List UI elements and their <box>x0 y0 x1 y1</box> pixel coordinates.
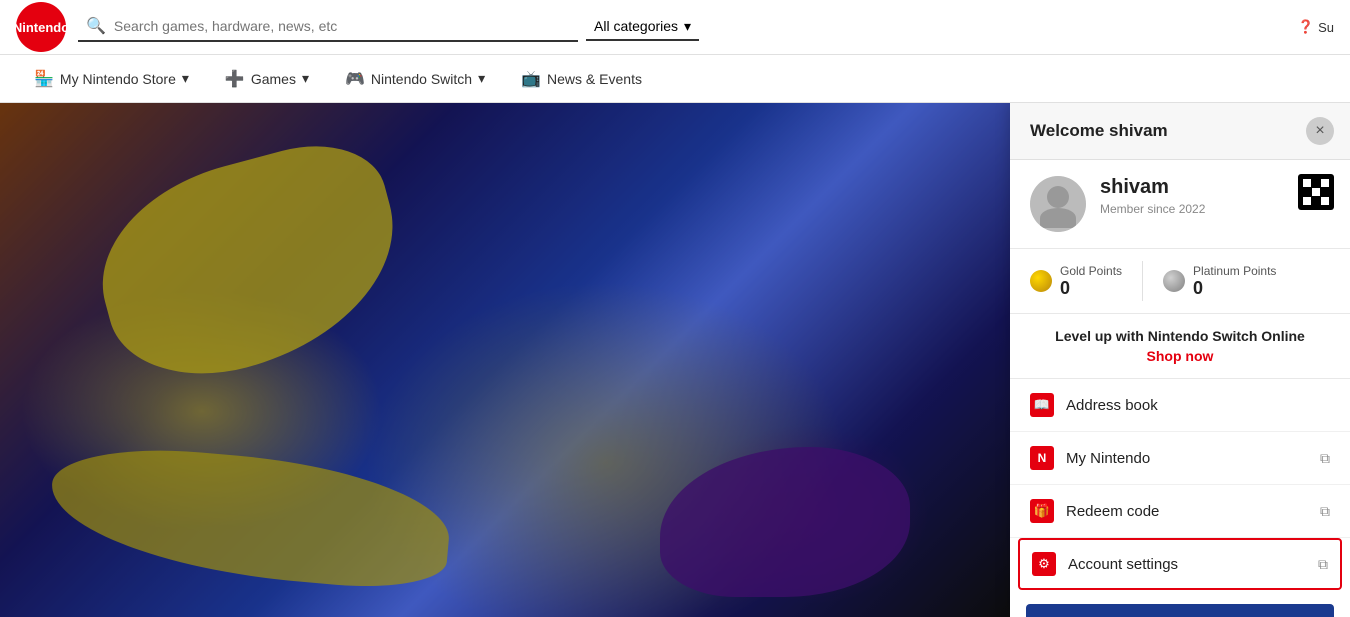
profile-since: Member since 2022 <box>1100 202 1330 216</box>
nav-label-news: News & Events <box>547 71 642 87</box>
profile-info: shivam Member since 2022 <box>1100 176 1330 216</box>
my-nintendo-icon: N <box>1030 446 1054 470</box>
chevron-store-icon: ▾ <box>182 70 189 87</box>
qr-code-button[interactable] <box>1298 174 1334 210</box>
gold-points-item: Gold Points 0 <box>1030 264 1122 299</box>
header: Nintendo 🔍 All categories ▾ ❓ Su <box>0 0 1350 55</box>
store-icon: 🏪 <box>34 69 54 89</box>
address-book-icon: 📖 <box>1030 393 1054 417</box>
platinum-points-item: Platinum Points 0 <box>1163 264 1276 299</box>
account-settings-label: Account settings <box>1068 556 1306 573</box>
nav-bar: 🏪 My Nintendo Store ▾ ➕ Games ▾ 🎮 Ninten… <box>0 55 1350 103</box>
account-settings-icon: ⚙ <box>1032 552 1056 576</box>
nav-item-games[interactable]: ➕ Games ▾ <box>211 63 323 95</box>
avatar <box>1030 176 1086 232</box>
account-settings-item[interactable]: ⚙ Account settings ⧉ <box>1018 538 1342 590</box>
platinum-points-info: Platinum Points 0 <box>1193 264 1276 299</box>
external-link-icon: ⧉ <box>1320 450 1330 467</box>
support-button[interactable]: ❓ Su <box>1298 19 1334 35</box>
nav-label-switch: Nintendo Switch <box>371 71 472 87</box>
question-icon: ❓ <box>1298 19 1314 35</box>
gold-points-icon <box>1030 270 1052 292</box>
address-book-label: Address book <box>1066 397 1330 414</box>
points-section: Gold Points 0 Platinum Points 0 <box>1010 249 1350 314</box>
my-nintendo-label: My Nintendo <box>1066 450 1308 467</box>
panel-header: Welcome shivam × <box>1010 103 1350 160</box>
logo-text: Nintendo <box>13 20 69 35</box>
external-link-icon-3: ⧉ <box>1318 556 1328 573</box>
nav-item-my-nintendo-store[interactable]: 🏪 My Nintendo Store ▾ <box>20 63 203 95</box>
nso-promo: Level up with Nintendo Switch Online Sho… <box>1010 314 1350 379</box>
shop-now-link[interactable]: Shop now <box>1030 348 1330 364</box>
search-bar-container: 🔍 <box>78 12 578 42</box>
gold-points-label: Gold Points <box>1060 264 1122 278</box>
user-dropdown-panel: Welcome shivam × shivam Member since 202… <box>1010 103 1350 617</box>
support-label: Su <box>1318 20 1334 35</box>
search-icon: 🔍 <box>86 16 106 36</box>
chevron-down-icon: ▾ <box>684 18 691 35</box>
redeem-code-icon: 🎁 <box>1030 499 1054 523</box>
gold-points-info: Gold Points 0 <box>1060 264 1122 299</box>
qr-icon <box>1303 179 1329 205</box>
overlay <box>0 103 1010 617</box>
nav-item-news-events[interactable]: 📺 News & Events <box>507 63 656 95</box>
header-right: ❓ Su <box>1298 19 1334 35</box>
profile-username: shivam <box>1100 176 1330 199</box>
games-icon: ➕ <box>225 69 245 89</box>
nso-text: Level up with Nintendo Switch Online <box>1030 328 1330 344</box>
redeem-code-item[interactable]: 🎁 Redeem code ⧉ <box>1010 485 1350 538</box>
address-book-item[interactable]: 📖 Address book <box>1010 379 1350 432</box>
chevron-switch-icon: ▾ <box>478 70 485 87</box>
welcome-title: Welcome shivam <box>1030 121 1168 141</box>
close-button[interactable]: × <box>1306 117 1334 145</box>
platinum-points-value: 0 <box>1193 278 1276 299</box>
platinum-points-label: Platinum Points <box>1193 264 1276 278</box>
nav-item-nintendo-switch[interactable]: 🎮 Nintendo Switch ▾ <box>331 63 499 95</box>
switch-icon: 🎮 <box>345 69 365 89</box>
search-input[interactable] <box>114 18 570 34</box>
my-nintendo-item[interactable]: N My Nintendo ⧉ <box>1010 432 1350 485</box>
category-dropdown[interactable]: All categories ▾ <box>586 14 699 41</box>
main-content: Welcome shivam × shivam Member since 202… <box>0 103 1350 617</box>
nav-label-games: Games <box>251 71 296 87</box>
news-icon: 📺 <box>521 69 541 89</box>
external-link-icon-2: ⧉ <box>1320 503 1330 520</box>
profile-section: shivam Member since 2022 <box>1010 160 1350 249</box>
nav-label-store: My Nintendo Store <box>60 71 176 87</box>
platinum-points-icon <box>1163 270 1185 292</box>
category-label: All categories <box>594 18 678 34</box>
nintendo-logo[interactable]: Nintendo <box>16 2 66 52</box>
avatar-image <box>1030 176 1086 232</box>
points-divider <box>1142 261 1143 301</box>
sign-out-button[interactable]: ⬅ Sign out <box>1026 604 1334 617</box>
chevron-games-icon: ▾ <box>302 70 309 87</box>
redeem-code-label: Redeem code <box>1066 503 1308 520</box>
gold-points-value: 0 <box>1060 278 1122 299</box>
